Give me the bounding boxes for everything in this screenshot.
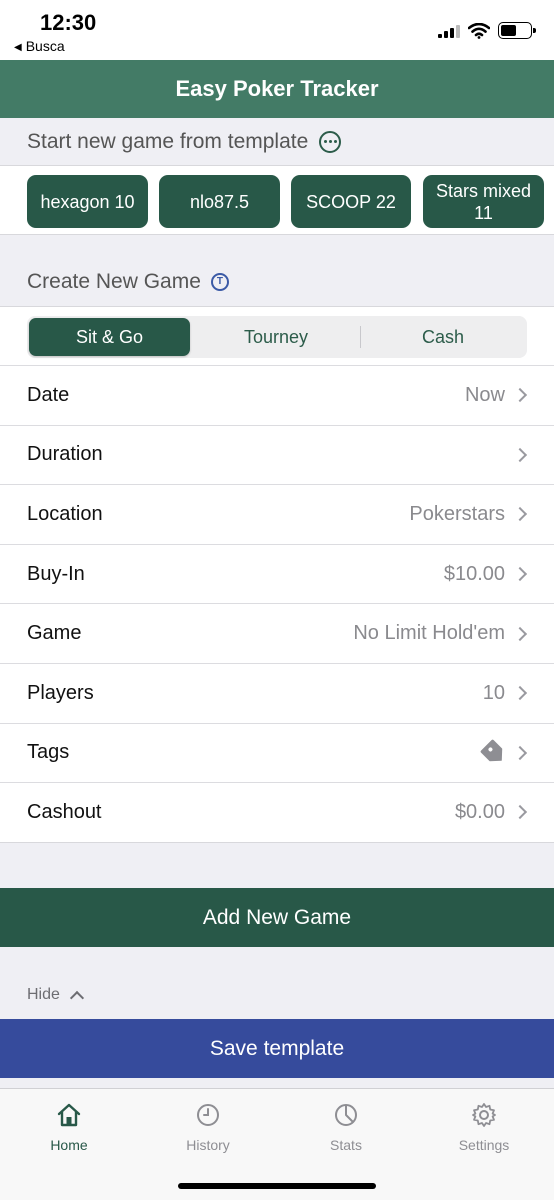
create-game-section-header: Create New Game T bbox=[0, 235, 554, 306]
status-bar: 12:30 ◀ Busca bbox=[0, 0, 554, 60]
row-value: 10 bbox=[482, 681, 505, 704]
tab-label: Stats bbox=[330, 1137, 362, 1153]
home-icon bbox=[57, 1103, 81, 1127]
chevron-right-icon bbox=[512, 805, 528, 820]
template-button[interactable]: Stars mixed 11 bbox=[423, 175, 544, 228]
game-type-segmented-control: Sit & Go Tourney Cash bbox=[27, 316, 527, 358]
tab-label: History bbox=[186, 1137, 230, 1153]
chevron-right-icon bbox=[512, 686, 528, 701]
templates-section-header: Start new game from template bbox=[0, 118, 554, 165]
row-value: Now bbox=[464, 383, 505, 406]
tab-settings[interactable]: Settings bbox=[415, 1101, 553, 1153]
create-game-heading: Create New Game bbox=[27, 269, 201, 293]
tag-icon bbox=[480, 739, 508, 767]
back-triangle-icon: ◀ bbox=[14, 42, 22, 53]
row-label: Tags bbox=[27, 741, 70, 764]
tab-label: Home bbox=[50, 1137, 88, 1153]
chevron-right-icon bbox=[512, 447, 528, 462]
hide-label: Hide bbox=[27, 986, 60, 1003]
status-time: 12:30 bbox=[40, 10, 97, 35]
game-row[interactable]: Game No Limit Hold'em bbox=[0, 603, 554, 663]
app-title-bar: Easy Poker Tracker bbox=[0, 60, 554, 118]
chevron-right-icon bbox=[512, 388, 528, 403]
chevron-right-icon bbox=[512, 745, 528, 760]
row-label: Buy-In bbox=[27, 562, 85, 585]
back-label: Busca bbox=[25, 38, 65, 54]
template-button[interactable]: nlo87.5 bbox=[159, 175, 280, 228]
pie-chart-icon bbox=[335, 1104, 357, 1126]
add-new-game-button[interactable]: Add New Game bbox=[0, 888, 554, 947]
row-label: Date bbox=[27, 383, 70, 406]
chevron-up-icon bbox=[69, 990, 84, 1006]
location-row[interactable]: Location Pokerstars bbox=[0, 484, 554, 544]
status-icons bbox=[438, 22, 536, 39]
wifi-icon bbox=[468, 22, 490, 39]
templates-heading: Start new game from template bbox=[27, 129, 309, 153]
row-label: Cashout bbox=[27, 800, 102, 823]
row-label: Location bbox=[27, 502, 103, 525]
template-button[interactable]: hexagon 10 bbox=[27, 175, 148, 228]
row-label: Duration bbox=[27, 443, 103, 466]
cashout-row[interactable]: Cashout $0.00 bbox=[0, 782, 554, 842]
app-title: Easy Poker Tracker bbox=[175, 76, 379, 101]
chevron-right-icon bbox=[512, 507, 528, 522]
date-row[interactable]: Date Now bbox=[0, 365, 554, 425]
tab-stats[interactable]: Stats bbox=[277, 1101, 415, 1153]
battery-icon bbox=[498, 22, 536, 39]
template-button[interactable]: SCOOP 22 bbox=[291, 175, 411, 228]
row-label: Players bbox=[27, 681, 94, 704]
game-type-selector-row: Sit & Go Tourney Cash bbox=[0, 306, 554, 365]
chevron-right-icon bbox=[512, 567, 528, 582]
segment-tourney[interactable]: Tourney bbox=[193, 318, 359, 356]
row-label: Game bbox=[27, 622, 82, 645]
row-value: Pokerstars bbox=[409, 502, 505, 525]
clock-icon bbox=[197, 1104, 219, 1126]
gear-icon bbox=[472, 1103, 496, 1127]
duration-row[interactable]: Duration bbox=[0, 424, 554, 485]
tab-label: Settings bbox=[458, 1137, 510, 1153]
row-value: No Limit Hold'em bbox=[353, 622, 505, 645]
row-value: $10.00 bbox=[443, 562, 505, 585]
back-to-app-link[interactable]: ◀ Busca bbox=[14, 38, 65, 54]
chevron-right-icon bbox=[512, 626, 528, 641]
tab-home[interactable]: Home bbox=[0, 1101, 138, 1153]
info-icon[interactable]: T bbox=[210, 272, 229, 291]
players-row[interactable]: Players 10 bbox=[0, 662, 554, 723]
segment-cash[interactable]: Cash bbox=[361, 318, 525, 356]
save-template-button[interactable]: Save template bbox=[0, 1019, 554, 1078]
home-indicator bbox=[178, 1183, 376, 1189]
game-details-form: Date Now Duration Location Pokerstars Bu… bbox=[0, 365, 554, 843]
row-value: $0.00 bbox=[454, 800, 505, 823]
tags-row[interactable]: Tags bbox=[0, 722, 554, 783]
more-options-icon[interactable] bbox=[319, 130, 342, 153]
template-list: hexagon 10 nlo87.5 SCOOP 22 Stars mixed … bbox=[0, 165, 554, 235]
hide-toggle[interactable]: Hide bbox=[27, 986, 84, 1006]
buy-in-row[interactable]: Buy-In $10.00 bbox=[0, 543, 554, 604]
tab-history[interactable]: History bbox=[139, 1101, 277, 1153]
cellular-signal-icon bbox=[438, 24, 460, 38]
segment-sit-and-go[interactable]: Sit & Go bbox=[29, 318, 190, 356]
